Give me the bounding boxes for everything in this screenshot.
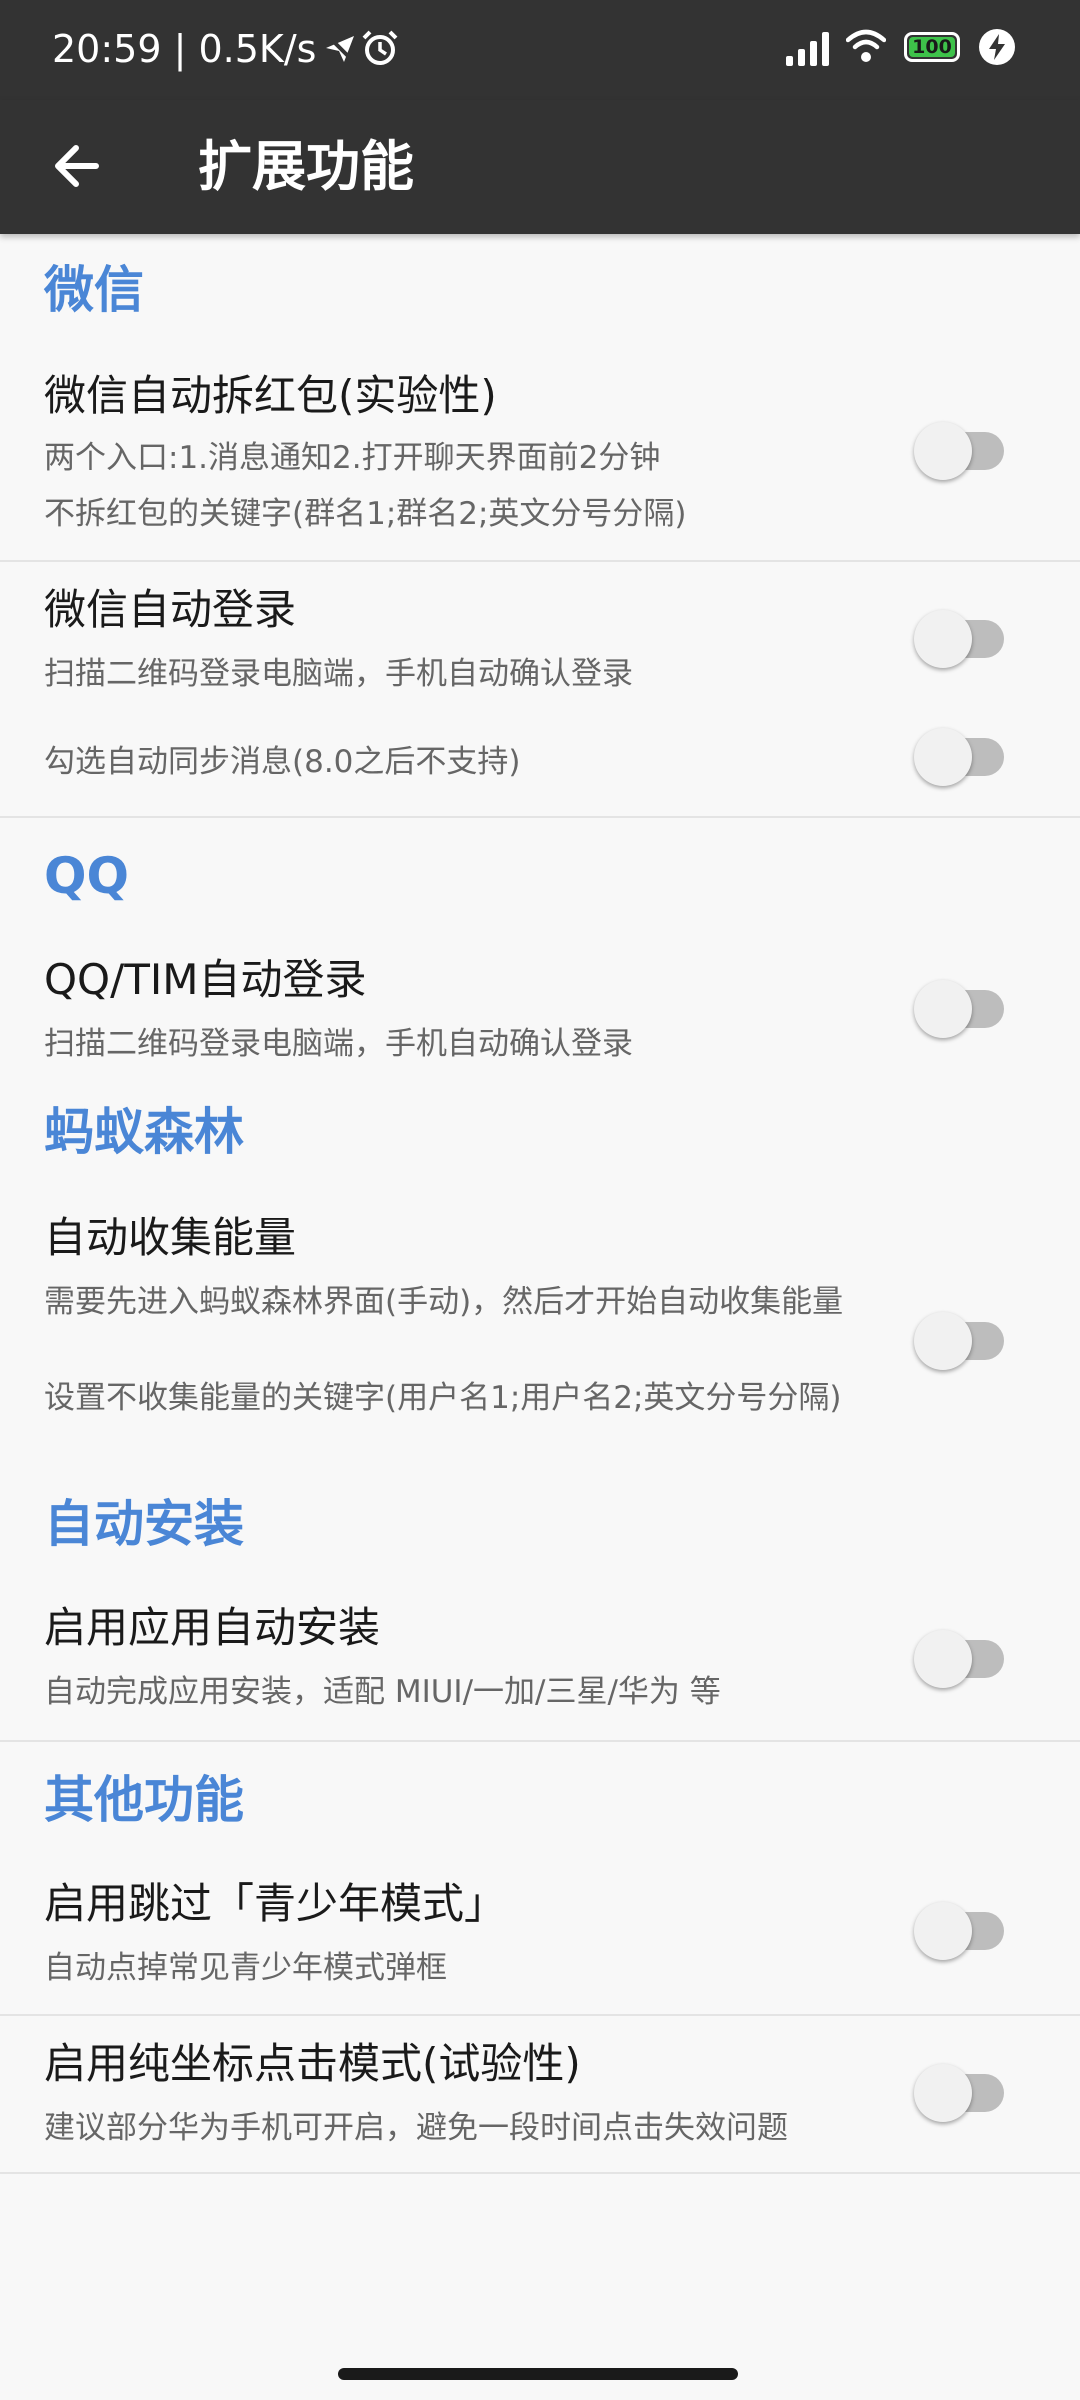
energy-toggle[interactable]	[914, 1312, 1012, 1370]
wechat-sync-label: 勾选自动同步消息(8.0之后不支持)	[44, 744, 521, 780]
section-header-wechat: 微信	[44, 261, 144, 319]
energy-desc: 需要先进入蚂蚁森林界面(手动)，然后才开始自动收集能量	[44, 1284, 844, 1320]
coord-click-toggle[interactable]	[914, 2064, 1012, 2122]
energy-keyword-link[interactable]: 设置不收集能量的关键字(用户名1;用户名2;英文分号分隔)	[44, 1376, 874, 1420]
alarm-icon	[362, 30, 398, 65]
qq-login-desc: 扫描二维码登录电脑端，手机自动确认登录	[44, 1026, 633, 1062]
wechat-redpacket-toggle[interactable]	[914, 422, 1012, 480]
wechat-login-title: 微信自动登录	[44, 585, 297, 634]
wechat-login-desc: 扫描二维码登录电脑端，手机自动确认登录	[44, 656, 633, 692]
coord-click-title: 启用纯坐标点击模式(试验性)	[44, 2039, 581, 2088]
divider	[0, 560, 1080, 562]
status-bar: 20:59 | 0.5K/s 100	[0, 0, 1080, 100]
gesture-nav-bar[interactable]	[338, 2368, 738, 2380]
install-title: 启用应用自动安装	[44, 1603, 381, 1652]
divider	[0, 2172, 1080, 2174]
divider	[0, 1740, 1080, 1742]
status-time: 20:59 | 0.5K/s	[52, 27, 317, 71]
divider	[0, 2014, 1080, 2016]
wechat-sync-toggle[interactable]	[914, 728, 1012, 786]
qq-login-toggle[interactable]	[914, 980, 1012, 1038]
coord-click-desc: 建议部分华为手机可开启，避免一段时间点击失效问题	[44, 2110, 788, 2146]
section-header-auto-install: 自动安装	[44, 1495, 244, 1553]
energy-title: 自动收集能量	[44, 1213, 297, 1262]
section-header-other: 其他功能	[44, 1771, 244, 1829]
divider	[0, 816, 1080, 818]
back-button[interactable]	[34, 122, 122, 210]
signal-icon	[786, 32, 829, 66]
section-header-qq: QQ	[44, 847, 130, 905]
charging-icon	[979, 29, 1015, 65]
battery-level: 100	[912, 36, 952, 58]
app-bar: 扩展功能	[0, 100, 1080, 234]
install-toggle[interactable]	[914, 1630, 1012, 1688]
wifi-icon	[846, 29, 886, 62]
page-title: 扩展功能	[198, 135, 414, 198]
wechat-login-toggle[interactable]	[914, 610, 1012, 668]
qq-login-title: QQ/TIM自动登录	[44, 955, 367, 1004]
wechat-redpacket-desc: 两个入口:1.消息通知2.打开聊天界面前2分钟	[44, 440, 661, 476]
battery-icon: 100	[904, 32, 960, 62]
airplane-send-icon	[324, 32, 356, 64]
wechat-redpacket-title: 微信自动拆红包(实验性)	[44, 371, 497, 420]
arrow-left-icon	[55, 145, 99, 187]
teen-mode-desc: 自动点掉常见青少年模式弹框	[44, 1950, 447, 1986]
section-header-ant-forest: 蚂蚁森林	[44, 1103, 244, 1161]
wechat-redpacket-keyword-link[interactable]: 不拆红包的关键字(群名1;群名2;英文分号分隔)	[44, 492, 874, 536]
teen-mode-title: 启用跳过「青少年模式」	[44, 1879, 507, 1928]
teen-mode-toggle[interactable]	[914, 1902, 1012, 1960]
install-desc: 自动完成应用安装，适配 MIUI/一加/三星/华为 等	[44, 1674, 721, 1710]
